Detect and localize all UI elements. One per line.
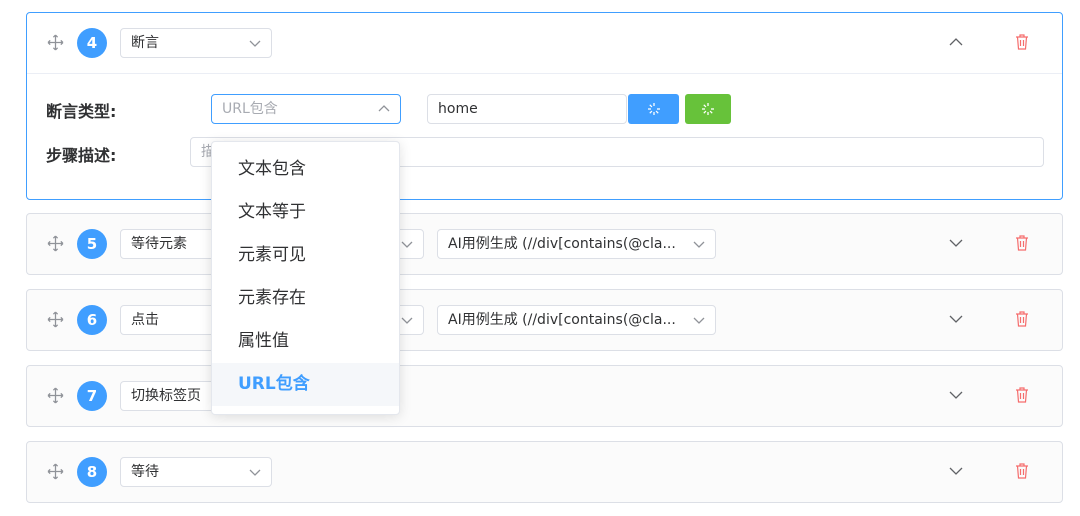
step-number: 7 (77, 381, 107, 411)
dropdown-option-text-contains[interactable]: 文本包含 (212, 148, 399, 191)
move-icon[interactable] (47, 34, 64, 51)
trash-icon[interactable] (1015, 34, 1029, 50)
chevron-down-icon (401, 241, 413, 248)
locator-select[interactable]: AI用例生成 (//div[contains(@cla... (437, 229, 716, 259)
chevron-down-icon (249, 40, 261, 47)
action-select[interactable]: 断言 (120, 28, 272, 58)
step-header: 7 切换标签页 (27, 366, 1062, 426)
step-card-6: 6 点击 AI用例生成 (//div[contains(@cla... (26, 289, 1063, 351)
dropdown-option-element-exists[interactable]: 元素存在 (212, 277, 399, 320)
step-body: 断言类型: URL包含 home 步骤描述: 描 (27, 73, 1062, 199)
move-icon[interactable] (47, 387, 64, 404)
step-header: 5 等待元素 AI用例生成 (//div[contains(@cla... (27, 214, 1062, 274)
step-number: 5 (77, 229, 107, 259)
move-icon[interactable] (47, 235, 64, 252)
move-icon[interactable] (47, 311, 64, 328)
step-header: 8 等待 (27, 442, 1062, 502)
step-header: 6 点击 AI用例生成 (//div[contains(@cla... (27, 290, 1062, 350)
step-desc-label: 步骤描述: (46, 146, 117, 165)
chevron-down-icon[interactable] (949, 237, 963, 249)
move-icon[interactable] (47, 463, 64, 480)
trash-icon[interactable] (1015, 387, 1029, 403)
step-card-8: 8 等待 (26, 441, 1063, 503)
locator-select-value: AI用例生成 (//div[contains(@cla... (448, 236, 676, 252)
step-card-4: 4 断言 断言类型: URL包含 home 步骤描述: 描 (26, 12, 1063, 200)
step-number: 4 (77, 28, 107, 58)
loading-button-blue[interactable] (628, 94, 679, 124)
chevron-up-icon (378, 105, 390, 112)
chevron-down-icon (401, 317, 413, 324)
action-select[interactable]: 等待 (120, 457, 272, 487)
locator-select-value: AI用例生成 (//div[contains(@cla... (448, 312, 676, 328)
trash-icon[interactable] (1015, 311, 1029, 327)
assert-type-label: 断言类型: (46, 102, 117, 121)
loading-button-green[interactable] (685, 94, 731, 124)
step-card-7: 7 切换标签页 (26, 365, 1063, 427)
chevron-down-icon (693, 241, 705, 248)
spinner-icon (702, 103, 714, 115)
step-number: 6 (77, 305, 107, 335)
dropdown-option-attribute-value[interactable]: 属性值 (212, 320, 399, 363)
chevron-down-icon[interactable] (949, 389, 963, 401)
chevron-down-icon (249, 469, 261, 476)
assert-type-dropdown: 文本包含 文本等于 元素可见 元素存在 属性值 URL包含 (211, 141, 400, 415)
spinner-icon (647, 103, 660, 115)
step-number: 8 (77, 457, 107, 487)
dropdown-option-element-visible[interactable]: 元素可见 (212, 234, 399, 277)
trash-icon[interactable] (1015, 463, 1029, 479)
chevron-down-icon (693, 317, 705, 324)
dropdown-option-url-contains[interactable]: URL包含 (212, 363, 399, 406)
chevron-up-icon[interactable] (949, 36, 963, 48)
step-header: 4 断言 (27, 13, 1062, 73)
assert-value-input[interactable]: home (427, 94, 627, 124)
chevron-down-icon[interactable] (949, 465, 963, 477)
locator-select[interactable]: AI用例生成 (//div[contains(@cla... (437, 305, 716, 335)
dropdown-option-text-equals[interactable]: 文本等于 (212, 191, 399, 234)
step-card-5: 5 等待元素 AI用例生成 (//div[contains(@cla... (26, 213, 1063, 275)
assert-type-select[interactable]: URL包含 (211, 94, 401, 124)
chevron-down-icon[interactable] (949, 313, 963, 325)
trash-icon[interactable] (1015, 235, 1029, 251)
assert-type-value: URL包含 (222, 101, 278, 117)
